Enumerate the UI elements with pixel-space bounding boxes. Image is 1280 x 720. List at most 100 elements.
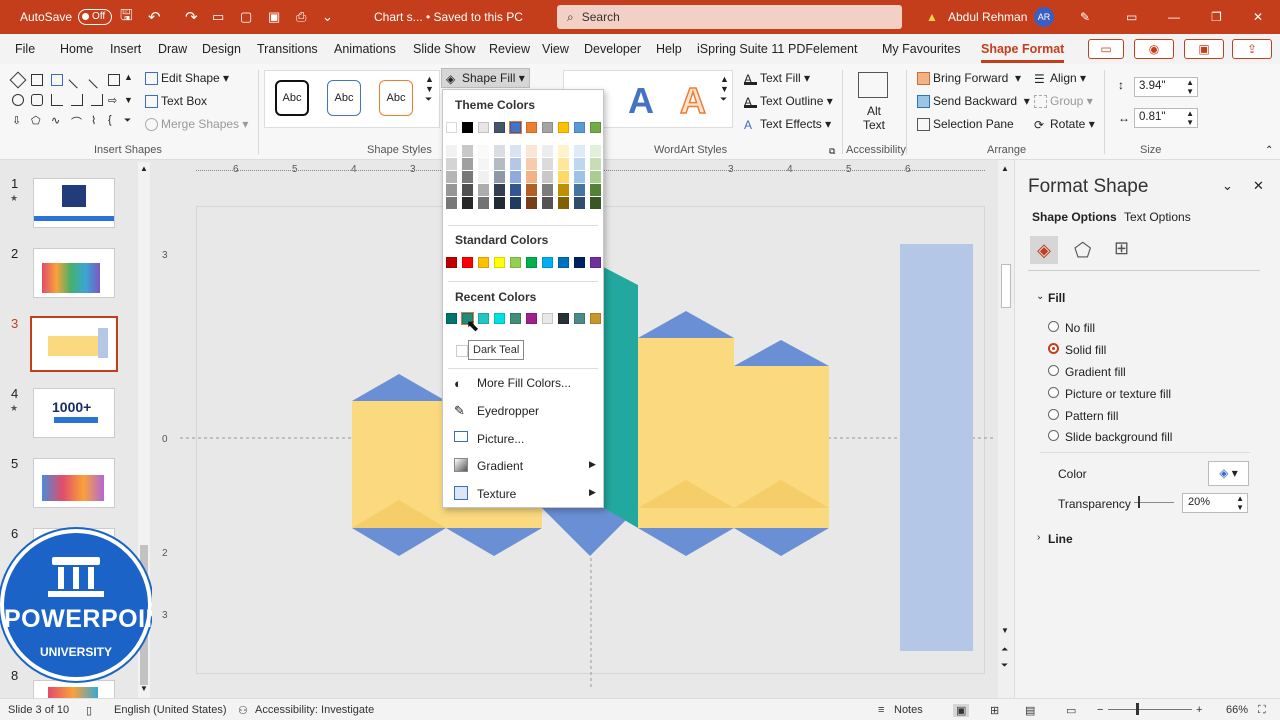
recent-color-swatch[interactable] bbox=[574, 313, 585, 324]
pane-close-icon[interactable]: ✕ bbox=[1253, 178, 1264, 194]
theme-shade-swatch[interactable] bbox=[494, 197, 505, 209]
standard-color-swatch[interactable] bbox=[462, 257, 473, 268]
scroll-down-icon[interactable]: ▼ bbox=[1001, 626, 1009, 635]
color-picker-button[interactable]: ◈ ▾ bbox=[1208, 461, 1249, 486]
canvas-scrollbar[interactable]: ▲ ▼ ⏶ ⏷ bbox=[998, 160, 1014, 698]
theme-shade-swatch[interactable] bbox=[574, 171, 585, 183]
theme-shade-swatch[interactable] bbox=[558, 197, 569, 209]
theme-color-swatch[interactable] bbox=[462, 122, 473, 133]
fill-line-icon[interactable]: ◈ bbox=[1030, 236, 1058, 264]
theme-shade-swatch[interactable] bbox=[542, 171, 553, 183]
gradient-item[interactable]: Gradient bbox=[477, 459, 523, 473]
theme-shade-swatch[interactable] bbox=[558, 184, 569, 196]
theme-shade-swatch[interactable] bbox=[542, 158, 553, 170]
theme-shade-swatch[interactable] bbox=[494, 145, 505, 157]
standard-color-swatch[interactable] bbox=[446, 257, 457, 268]
normal-view-icon[interactable]: ▣ bbox=[953, 704, 970, 717]
theme-shade-swatch[interactable] bbox=[590, 184, 601, 196]
zoom-slider-thumb[interactable] bbox=[1136, 703, 1139, 715]
accessibility-status[interactable]: Accessibility: Investigate bbox=[255, 704, 374, 716]
theme-shade-swatch[interactable] bbox=[494, 158, 505, 170]
gradient-fill-radio[interactable] bbox=[1048, 365, 1059, 376]
theme-shade-swatch[interactable] bbox=[574, 145, 585, 157]
pane-options-icon[interactable]: ⌄ bbox=[1222, 178, 1233, 194]
theme-shade-swatch[interactable] bbox=[542, 184, 553, 196]
theme-color-swatch[interactable] bbox=[558, 122, 569, 133]
no-fill-swatch[interactable] bbox=[456, 345, 468, 357]
theme-shade-swatch[interactable] bbox=[510, 184, 521, 196]
theme-shade-swatch[interactable] bbox=[494, 171, 505, 183]
solid-fill-radio[interactable] bbox=[1048, 343, 1059, 354]
theme-shade-swatch[interactable] bbox=[462, 197, 473, 209]
theme-shade-swatch[interactable] bbox=[526, 158, 537, 170]
theme-color-swatch[interactable] bbox=[590, 122, 601, 133]
reading-view-icon[interactable]: ▤ bbox=[1025, 704, 1035, 717]
recent-color-swatch[interactable] bbox=[510, 313, 521, 324]
standard-color-swatch[interactable] bbox=[478, 257, 489, 268]
pattern-fill-radio[interactable] bbox=[1048, 409, 1059, 420]
shape-options-tab[interactable]: Shape Options bbox=[1032, 210, 1117, 224]
recent-color-swatch[interactable] bbox=[478, 313, 489, 324]
theme-color-swatch[interactable] bbox=[446, 122, 457, 133]
fit-slide-icon[interactable]: ⛶ bbox=[1258, 704, 1266, 717]
recent-color-swatch[interactable] bbox=[494, 313, 505, 324]
standard-color-swatch[interactable] bbox=[558, 257, 569, 268]
theme-color-swatch[interactable] bbox=[478, 122, 489, 133]
theme-shade-swatch[interactable] bbox=[462, 158, 473, 170]
theme-shade-swatch[interactable] bbox=[510, 158, 521, 170]
theme-shade-swatch[interactable] bbox=[526, 197, 537, 209]
slide-sorter-icon[interactable]: ⊞ bbox=[990, 704, 999, 717]
standard-color-swatch[interactable] bbox=[590, 257, 601, 268]
theme-shade-swatch[interactable] bbox=[542, 197, 553, 209]
theme-shade-swatch[interactable] bbox=[462, 145, 473, 157]
recent-color-swatch[interactable] bbox=[558, 313, 569, 324]
recent-color-swatch[interactable] bbox=[542, 313, 553, 324]
scroll-up-icon[interactable]: ▲ bbox=[1001, 164, 1009, 173]
recent-color-swatch[interactable] bbox=[526, 313, 537, 324]
fill-chevron-icon[interactable]: ⌄ bbox=[1036, 291, 1044, 302]
theme-shade-swatch[interactable] bbox=[558, 145, 569, 157]
theme-shade-swatch[interactable] bbox=[446, 145, 457, 157]
theme-shade-swatch[interactable] bbox=[574, 184, 585, 196]
theme-color-swatch[interactable] bbox=[526, 122, 537, 133]
eyedropper-item[interactable]: Eyedropper bbox=[477, 404, 539, 418]
theme-shade-swatch[interactable] bbox=[590, 145, 601, 157]
spellcheck-icon[interactable]: ▯ bbox=[86, 704, 92, 717]
thumbs-up-icon[interactable]: ▲ bbox=[140, 164, 148, 173]
slide-bg-fill-radio[interactable] bbox=[1048, 430, 1059, 441]
text-options-tab[interactable]: Text Options bbox=[1124, 210, 1191, 224]
picture-item[interactable]: Picture... bbox=[477, 432, 524, 446]
theme-shade-swatch[interactable] bbox=[494, 184, 505, 196]
theme-shade-swatch[interactable] bbox=[558, 171, 569, 183]
theme-shade-swatch[interactable] bbox=[590, 171, 601, 183]
canvas-scroll-thumb[interactable] bbox=[1001, 264, 1011, 308]
zoom-level[interactable]: 66% bbox=[1226, 704, 1248, 716]
theme-color-swatch[interactable] bbox=[509, 121, 522, 134]
standard-color-swatch[interactable] bbox=[494, 257, 505, 268]
theme-shade-swatch[interactable] bbox=[590, 197, 601, 209]
theme-shade-swatch[interactable] bbox=[478, 184, 489, 196]
no-fill-radio[interactable] bbox=[1048, 321, 1059, 332]
theme-shade-swatch[interactable] bbox=[574, 158, 585, 170]
theme-shade-swatch[interactable] bbox=[526, 145, 537, 157]
standard-color-swatch[interactable] bbox=[526, 257, 537, 268]
zoom-out-icon[interactable]: − bbox=[1097, 704, 1103, 716]
theme-color-swatch[interactable] bbox=[494, 122, 505, 133]
theme-shade-swatch[interactable] bbox=[462, 184, 473, 196]
theme-shade-swatch[interactable] bbox=[542, 145, 553, 157]
standard-color-swatch[interactable] bbox=[574, 257, 585, 268]
texture-item[interactable]: Texture bbox=[477, 487, 516, 501]
line-chevron-icon[interactable]: › bbox=[1037, 532, 1040, 543]
theme-shade-swatch[interactable] bbox=[590, 158, 601, 170]
theme-shade-swatch[interactable] bbox=[446, 184, 457, 196]
theme-shade-swatch[interactable] bbox=[446, 197, 457, 209]
slideshow-view-icon[interactable]: ▭ bbox=[1066, 704, 1076, 717]
recent-color-swatch[interactable] bbox=[446, 313, 457, 324]
language-status[interactable]: English (United States) bbox=[114, 704, 227, 716]
standard-color-swatch[interactable] bbox=[510, 257, 521, 268]
theme-shade-swatch[interactable] bbox=[574, 197, 585, 209]
theme-shade-swatch[interactable] bbox=[478, 145, 489, 157]
theme-shade-swatch[interactable] bbox=[478, 197, 489, 209]
theme-shade-swatch[interactable] bbox=[446, 171, 457, 183]
theme-color-swatch[interactable] bbox=[574, 122, 585, 133]
